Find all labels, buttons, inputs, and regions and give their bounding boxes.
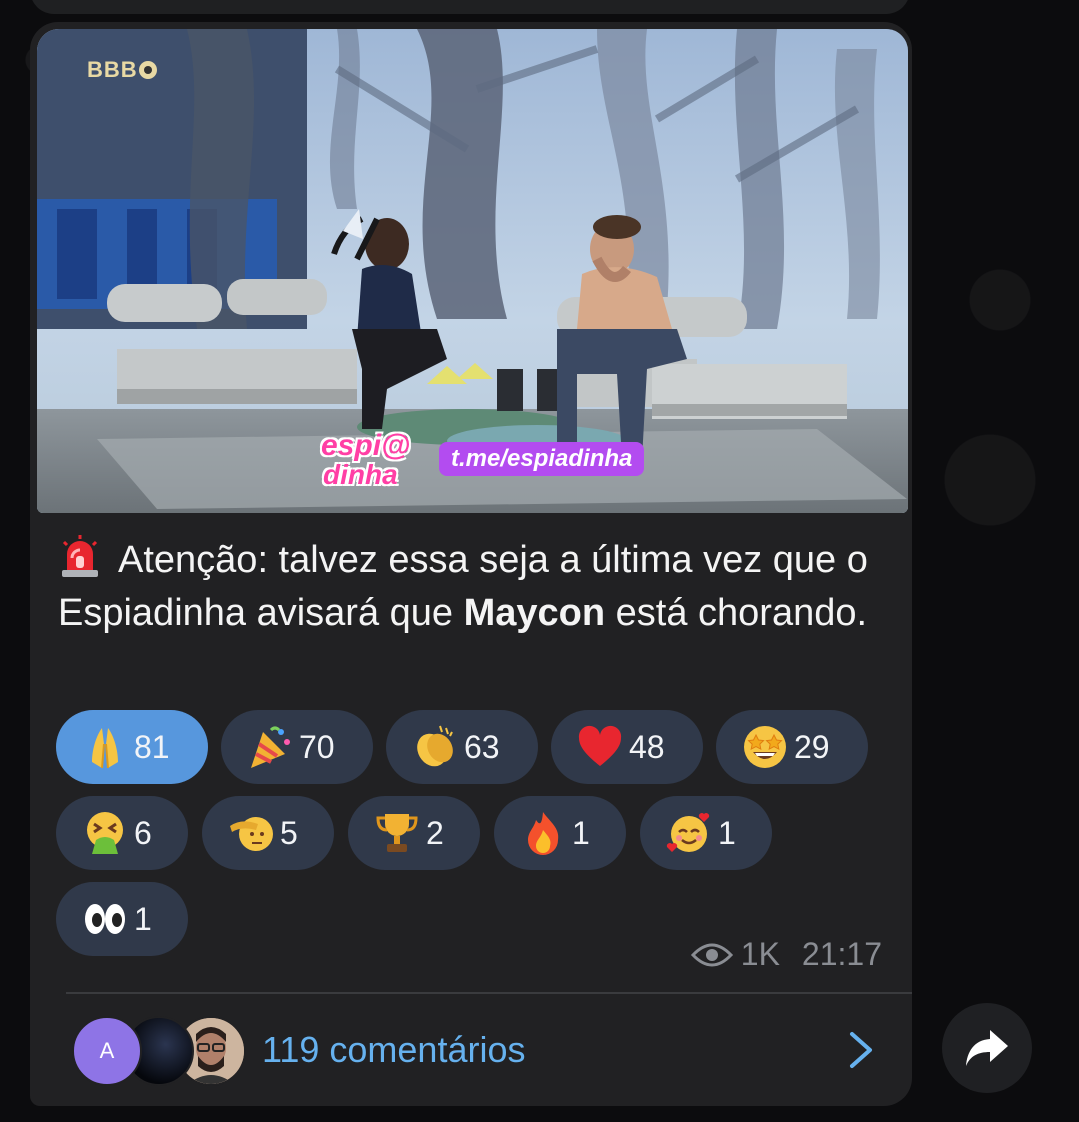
- eyes-icon: [80, 894, 130, 944]
- avatar-initial: A: [99, 1038, 115, 1063]
- espiadinha-logo: espi@ dinha: [321, 429, 441, 499]
- party-popper-icon: [245, 722, 295, 772]
- reaction-count: 70: [299, 728, 335, 765]
- reaction-smiling-face-with-hearts[interactable]: 1: [640, 796, 772, 870]
- reaction-count: 5: [280, 814, 298, 851]
- reaction-count: 63: [464, 728, 500, 765]
- star-struck-icon: [740, 722, 790, 772]
- clapping-hands-icon: [410, 722, 460, 772]
- bbb-eye-icon: [138, 61, 157, 79]
- reaction-folded-hands[interactable]: 81: [56, 710, 208, 784]
- reaction-trophy[interactable]: 2: [348, 796, 480, 870]
- logo-line-2: dinha: [323, 459, 398, 490]
- photo-scene: [37, 29, 908, 513]
- chevron-right-icon: [850, 1032, 872, 1068]
- red-heart-icon: [575, 722, 625, 772]
- message-time: 21:17: [801, 936, 882, 972]
- caption-post: está chorando.: [605, 592, 868, 634]
- views-count: 1K: [740, 936, 780, 972]
- reaction-fire[interactable]: 1: [494, 796, 626, 870]
- caption-bold-name: Maycon: [463, 592, 606, 634]
- folded-hands-icon: [80, 722, 130, 772]
- reaction-party-popper[interactable]: 70: [221, 710, 373, 784]
- reaction-star-struck[interactable]: 29: [716, 710, 868, 784]
- reaction-count: 81: [134, 728, 170, 765]
- message-text: Atenção: talvez essa seja a última vez q…: [58, 534, 888, 640]
- avatar: A: [72, 1016, 142, 1086]
- comments-button[interactable]: A 119 comentários: [30, 994, 912, 1106]
- reaction-saluting-face[interactable]: 5: [202, 796, 334, 870]
- forward-button[interactable]: [942, 1003, 1032, 1093]
- reaction-count: 48: [629, 728, 665, 765]
- vomiting-face-icon: [80, 808, 130, 858]
- message-meta: 1K 21:17: [690, 936, 882, 973]
- reaction-eyes[interactable]: 1: [56, 882, 188, 956]
- channel-link-text: t.me/espiadinha: [451, 445, 633, 472]
- reaction-vomiting-face[interactable]: 6: [56, 796, 188, 870]
- comments-count-label: 119 comentários: [262, 1029, 526, 1070]
- reaction-red-heart[interactable]: 48: [551, 710, 703, 784]
- smiling-face-with-hearts-icon: [664, 808, 714, 858]
- message-bubble: BBB espi@ dinha t.me/espiadinha Atenção:…: [30, 22, 912, 1106]
- reaction-clapping-hands[interactable]: 63: [386, 710, 538, 784]
- saluting-face-icon: [226, 808, 276, 858]
- message-photo[interactable]: BBB espi@ dinha t.me/espiadinha: [37, 29, 908, 513]
- reaction-count: 1: [572, 814, 590, 851]
- reaction-count: 29: [794, 728, 830, 765]
- reaction-count: 1: [718, 814, 736, 851]
- views-eye-icon: [690, 943, 733, 966]
- logo-line-1: espi@: [321, 429, 411, 462]
- bbb-watermark: BBB: [87, 57, 157, 83]
- trophy-icon: [372, 808, 422, 858]
- forward-arrow-icon: [966, 1030, 1008, 1066]
- reaction-count: 6: [134, 814, 152, 851]
- reaction-count: 1: [134, 900, 152, 937]
- previous-message-bubble: [30, 0, 910, 14]
- fire-icon: [518, 808, 568, 858]
- channel-link-badge: t.me/espiadinha: [439, 442, 645, 476]
- commenter-avatars: A: [72, 1016, 246, 1086]
- watermark-text: BBB: [87, 57, 138, 82]
- rotating-light-icon: [62, 535, 98, 577]
- reaction-count: 2: [426, 814, 444, 851]
